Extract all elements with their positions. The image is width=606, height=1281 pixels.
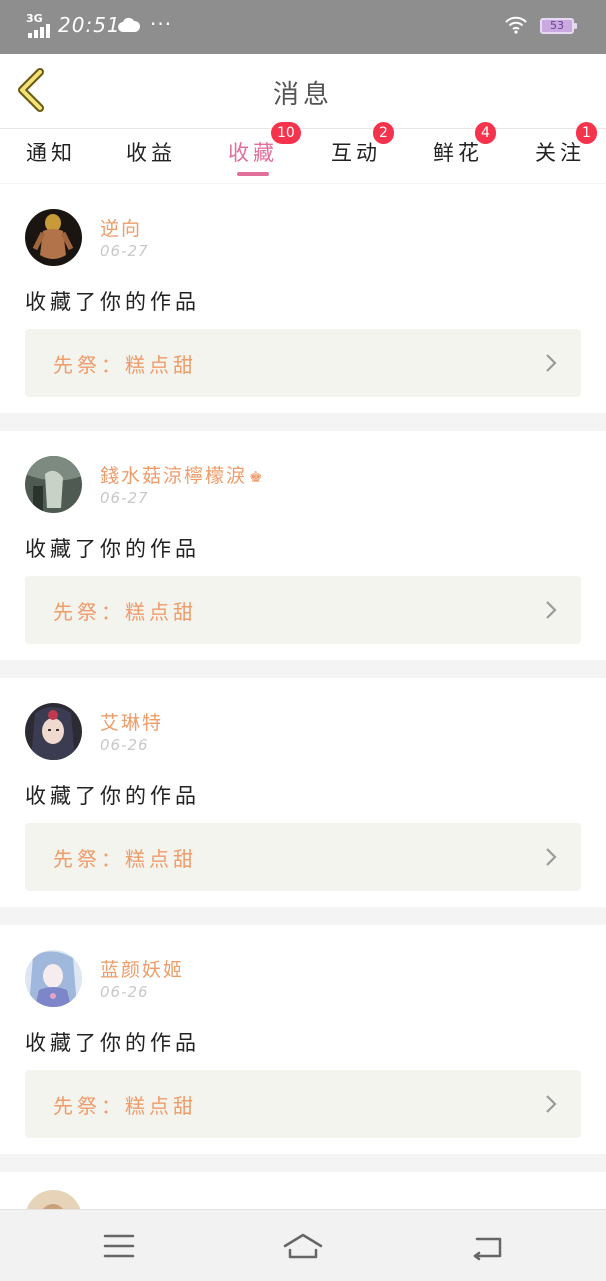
wifi-icon — [505, 16, 527, 38]
action-text: 收藏了你的作品 — [25, 784, 200, 808]
tab-notifications[interactable]: 通知 — [26, 137, 76, 167]
action-text: 收藏了你的作品 — [25, 1031, 200, 1055]
badge-flowers: 4 — [475, 122, 496, 144]
work-title: 先祭：糕点甜 — [53, 353, 197, 377]
username[interactable]: 錢水菇涼檸檬淚 ♚ — [100, 461, 264, 488]
tab-favorites[interactable]: 收藏 — [228, 137, 278, 167]
system-navigation-bar — [0, 1209, 606, 1281]
chevron-right-icon — [546, 354, 557, 372]
chevron-right-icon — [546, 1095, 557, 1113]
signal-icon: 3G — [26, 12, 52, 38]
status-bar: 3G 20:51 ··· 53 — [0, 0, 606, 54]
tab-follows[interactable]: 关注 — [535, 137, 585, 167]
timestamp: 06-26 — [100, 736, 149, 754]
action-text: 收藏了你的作品 — [25, 290, 200, 314]
timestamp: 06-27 — [100, 489, 149, 507]
back-nav-button[interactable] — [467, 1226, 507, 1266]
timestamp: 06-26 — [100, 983, 149, 1001]
avatar[interactable] — [25, 950, 82, 1007]
username[interactable]: 逆向 — [100, 214, 142, 241]
badge-follows: 1 — [576, 122, 597, 144]
work-title: 先祭：糕点甜 — [53, 600, 197, 624]
clock: 20:51 — [58, 13, 121, 37]
username[interactable]: 艾琳特 — [100, 708, 163, 735]
menu-button[interactable] — [99, 1226, 139, 1266]
crown-icon: ♚ — [249, 468, 265, 486]
battery-icon: 53 — [540, 18, 577, 34]
avatar[interactable] — [25, 209, 82, 266]
tab-interactions[interactable]: 互动 — [331, 137, 381, 167]
list-item — [0, 1172, 606, 1247]
tab-earnings[interactable]: 收益 — [126, 137, 176, 167]
work-link[interactable]: 先祭：糕点甜 — [25, 823, 581, 891]
username[interactable]: 蓝颜妖姬 — [100, 955, 184, 982]
active-tab-indicator — [237, 172, 269, 176]
tab-bar: 通知 收益 收藏 10 互动 2 鲜花 4 关注 1 — [0, 122, 606, 183]
chevron-right-icon — [546, 601, 557, 619]
work-link[interactable]: 先祭：糕点甜 — [25, 1070, 581, 1138]
network-type: 3G — [26, 12, 43, 25]
tab-flowers[interactable]: 鲜花 — [433, 137, 483, 167]
chevron-right-icon — [546, 848, 557, 866]
action-text: 收藏了你的作品 — [25, 537, 200, 561]
list-item: 逆向 06-27 收藏了你的作品 先祭：糕点甜 — [0, 184, 606, 413]
cloud-icon — [118, 17, 141, 37]
list-item: 蓝颜妖姬 06-26 收藏了你的作品 先祭：糕点甜 — [0, 925, 606, 1154]
work-title: 先祭：糕点甜 — [53, 1094, 197, 1118]
timestamp: 06-27 — [100, 242, 149, 260]
menu-icon — [103, 1234, 135, 1258]
badge-favorites: 10 — [271, 122, 301, 144]
more-indicator: ··· — [150, 12, 173, 36]
home-button[interactable] — [283, 1226, 323, 1266]
header: 消息 — [0, 54, 606, 129]
work-title: 先祭：糕点甜 — [53, 847, 197, 871]
work-link[interactable]: 先祭：糕点甜 — [25, 329, 581, 397]
page-title: 消息 — [272, 80, 333, 110]
avatar[interactable] — [25, 703, 82, 760]
list-item: 錢水菇涼檸檬淚 ♚ 06-27 收藏了你的作品 先祭：糕点甜 — [0, 431, 606, 660]
avatar[interactable] — [25, 456, 82, 513]
back-icon — [473, 1237, 502, 1261]
badge-interactions: 2 — [373, 122, 394, 144]
work-link[interactable]: 先祭：糕点甜 — [25, 576, 581, 644]
home-icon — [283, 1233, 323, 1259]
list-item: 艾琳特 06-26 收藏了你的作品 先祭：糕点甜 — [0, 678, 606, 907]
